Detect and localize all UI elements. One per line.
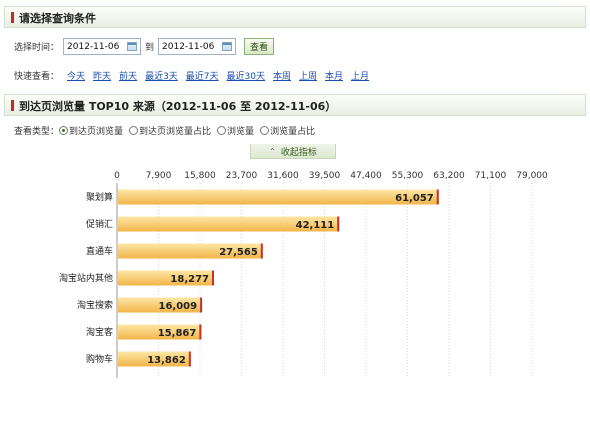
x-tick-label: 15,800 [184,171,216,181]
bar-end-cap [260,243,263,259]
category-label: 淘宝客 [86,326,113,338]
x-tick-label: 7,900 [146,171,172,181]
value-label: 18,277 [170,274,209,285]
value-label: 15,867 [158,328,197,339]
bar-end-cap [199,324,202,340]
x-tick-label: 23,700 [226,171,258,181]
value-label: 13,862 [147,355,186,366]
bar-end-cap [200,297,203,313]
x-tick-label: 55,300 [392,171,424,181]
x-tick-label: 71,100 [475,171,507,181]
category-label: 直通车 [86,245,113,257]
x-tick-label: 79,000 [516,171,548,181]
category-label: 购物车 [86,353,113,365]
value-label: 42,111 [296,220,335,231]
value-label: 61,057 [395,193,434,204]
bar [118,189,439,205]
x-tick-label: 0 [114,171,120,181]
x-tick-label: 47,400 [350,171,382,181]
bar-end-cap [188,351,191,367]
x-tick-label: 31,600 [267,171,299,181]
category-label: 淘宝搜索 [77,299,113,311]
x-tick-label: 63,200 [433,171,465,181]
value-label: 27,565 [219,247,258,258]
bar-end-cap [337,216,340,232]
bar-end-cap [212,270,215,286]
category-label: 淘宝站内其他 [59,272,113,284]
x-tick-label: 39,500 [309,171,341,181]
category-label: 聚划算 [86,191,113,203]
category-label: 促销汇 [86,218,113,230]
bar-chart: 0 7,900 15,800 23,700 31,600 39,500 47,400 55,3… [59,171,548,378]
bar-end-cap [436,189,439,205]
value-label: 16,009 [159,301,198,312]
